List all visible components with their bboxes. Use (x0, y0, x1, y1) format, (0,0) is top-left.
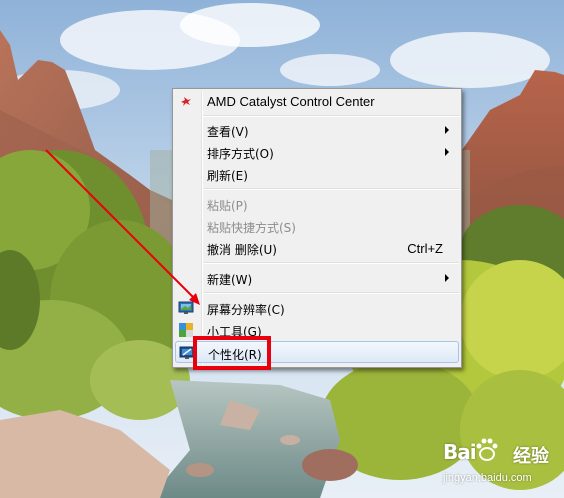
submenu-arrow-icon (445, 274, 449, 282)
watermark-brand: Bai (443, 440, 477, 464)
menu-item-undo-delete[interactable]: 撤消 删除(U) Ctrl+Z (175, 237, 459, 259)
desktop-context-menu: AMD Catalyst Control Center 查看(V) 排序方式(O… (172, 88, 462, 368)
menu-separator (203, 292, 459, 294)
baidu-paw-icon (476, 438, 498, 461)
menu-item-paste-shortcut[interactable]: 粘贴快捷方式(S) (175, 215, 459, 237)
menu-separator (203, 262, 459, 264)
menu-item-view[interactable]: 查看(V) (175, 119, 459, 141)
amd-catalyst-icon (178, 94, 194, 110)
submenu-arrow-icon (445, 148, 449, 156)
menu-separator (203, 188, 459, 190)
menu-item-sort-by[interactable]: 排序方式(O) (175, 141, 459, 163)
baidu-jingyan-watermark: Bai 经验 jingyan.baidu.com (443, 434, 561, 494)
menu-separator (203, 115, 459, 117)
watermark-jingyan: 经验 (513, 446, 549, 467)
submenu-arrow-icon (445, 126, 449, 134)
menu-item-refresh[interactable]: 刷新(E) (175, 163, 459, 185)
watermark-url: jingyan.baidu.com (443, 472, 532, 484)
menu-item-paste[interactable]: 粘贴(P) (175, 193, 459, 215)
shortcut-text: Ctrl+Z (407, 241, 443, 256)
gadgets-icon (178, 322, 194, 338)
menu-item-new[interactable]: 新建(W) (175, 267, 459, 289)
menu-item-amd-catalyst[interactable]: AMD Catalyst Control Center (175, 91, 459, 113)
annotation-highlight-box (193, 336, 271, 370)
menu-item-screen-resolution[interactable]: 屏幕分辨率(C) (175, 297, 459, 319)
screen-resolution-icon (178, 300, 194, 316)
